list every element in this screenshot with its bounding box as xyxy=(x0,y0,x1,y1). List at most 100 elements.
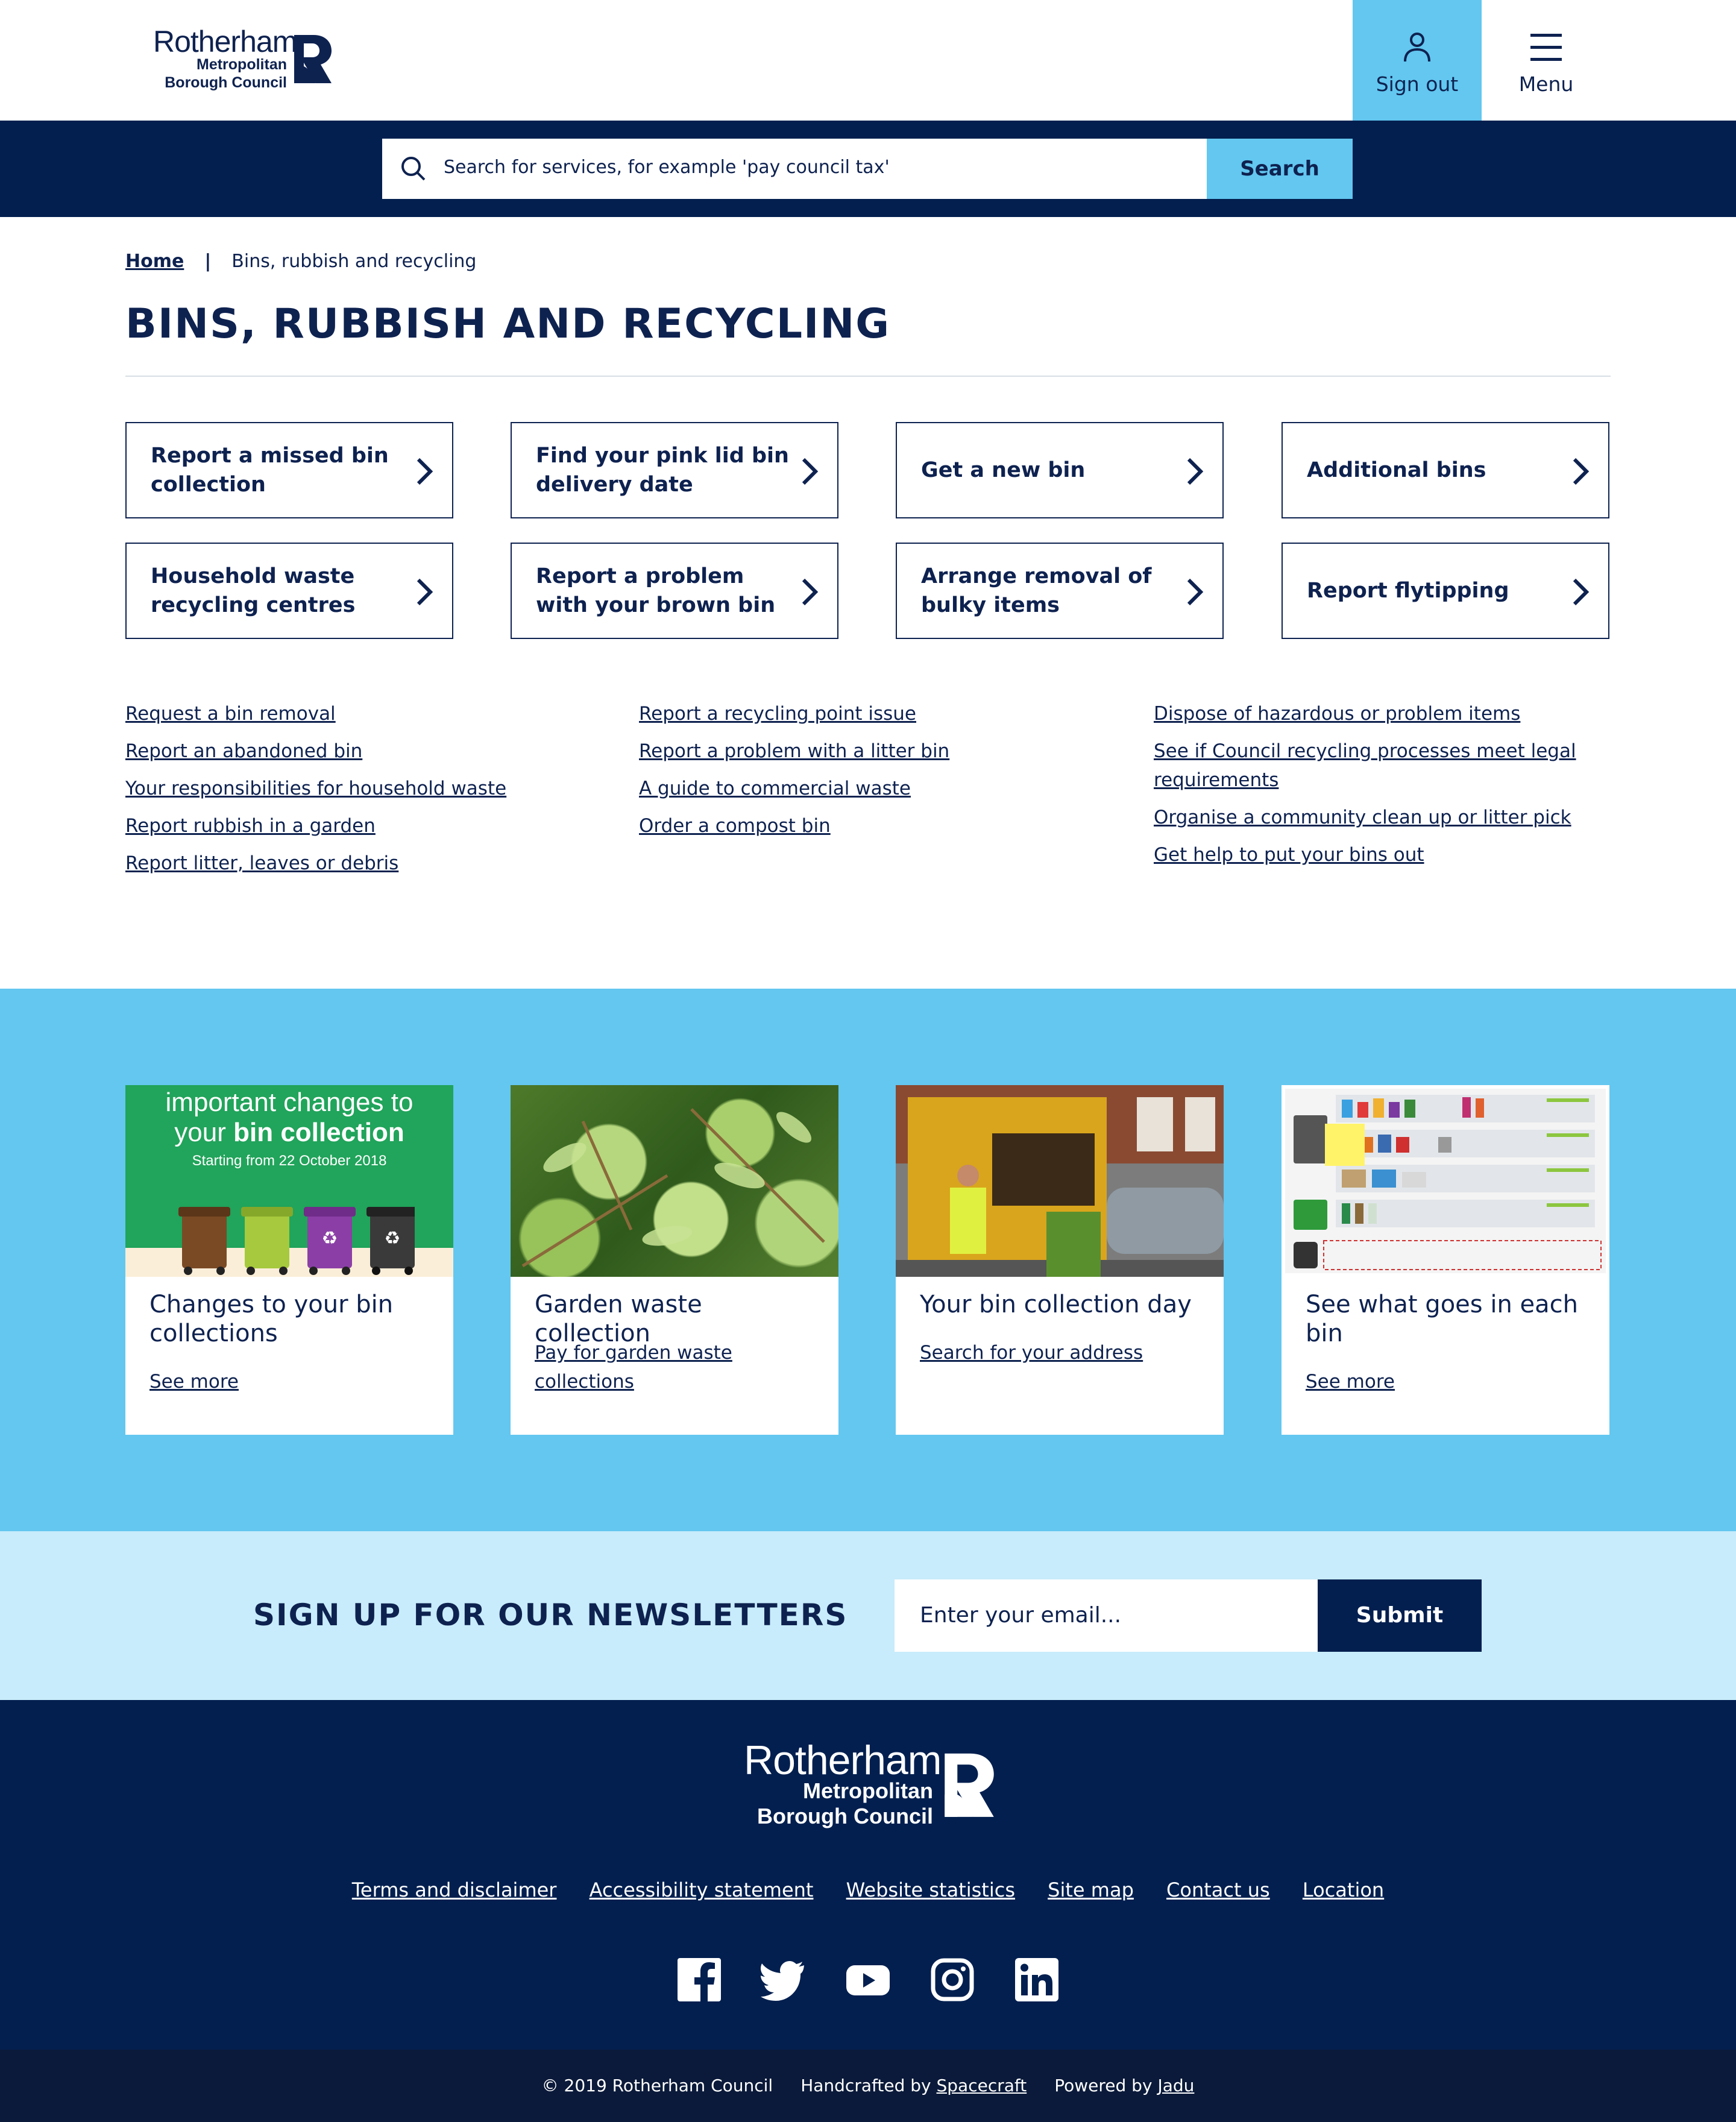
submit-button[interactable]: Submit xyxy=(1318,1579,1482,1652)
link-column-2: Report a recycling point issue Report a … xyxy=(639,699,1109,849)
card-link-see-more[interactable]: See more xyxy=(149,1367,433,1396)
link-household-waste-responsibilities[interactable]: Your responsibilities for household wast… xyxy=(125,774,596,803)
sign-out-button[interactable]: Sign out xyxy=(1353,0,1482,121)
card-image-caption-line1: important changes to xyxy=(165,1088,414,1117)
powered-prefix: Powered by xyxy=(1054,2076,1153,2095)
copyright-text: © 2019 Rotherham Council xyxy=(541,2076,773,2095)
tile-label: Report flytipping xyxy=(1307,579,1509,603)
footer-logo-lines: Metropolitan Borough Council xyxy=(757,1778,933,1829)
linkedin-icon[interactable] xyxy=(1014,1957,1060,2003)
card-what-goes-in-bin[interactable]: See what goes in each bin See more xyxy=(1282,1085,1609,1435)
card-garden-waste[interactable]: Garden waste collection Pay for garden w… xyxy=(511,1085,838,1435)
card-link-pay-garden-waste[interactable]: Pay for garden waste collections xyxy=(535,1338,818,1396)
garden-leaves-icon xyxy=(521,1108,825,1268)
chevron-right-icon xyxy=(1573,458,1590,485)
council-logo[interactable]: Rotherham Metropolitan Borough Council xyxy=(153,25,334,98)
tile-get-new-bin[interactable]: Get a new bin xyxy=(896,422,1224,518)
card-image-caption-line3: Starting from 22 October 2018 xyxy=(192,1153,387,1169)
card-bin-changes[interactable]: important changes to your bin collection… xyxy=(125,1085,453,1435)
tile-label: Additional bins xyxy=(1307,458,1486,482)
link-column-3: Dispose of hazardous or problem items Se… xyxy=(1154,699,1612,878)
card-image-collection-day xyxy=(896,1085,1224,1277)
footer-logo-line2: Metropolitan xyxy=(803,1778,933,1803)
footer-link-statistics[interactable]: Website statistics xyxy=(846,1878,1015,1901)
tile-additional-bins[interactable]: Additional bins xyxy=(1282,422,1609,518)
spacecraft-link[interactable]: Spacecraft xyxy=(937,2076,1027,2095)
wheelie-bins-icon: ♻ ♻ xyxy=(178,1207,415,1275)
tile-label: Report a missed bin collection xyxy=(151,444,389,497)
card-link-search-address[interactable]: Search for your address xyxy=(920,1338,1203,1367)
footer-link-sitemap[interactable]: Site map xyxy=(1048,1878,1134,1901)
newsletter-title: SIGN UP FOR OUR NEWSLETTERS xyxy=(253,1598,848,1632)
link-hazardous-items[interactable]: Dispose of hazardous or problem items xyxy=(1154,699,1612,728)
footer-link-terms[interactable]: Terms and disclaimer xyxy=(352,1878,557,1901)
tile-label: Report a problem with your brown bin xyxy=(536,564,776,617)
search-placeholder: Search for services, for example 'pay co… xyxy=(444,157,890,178)
copyright-band: © 2019 Rotherham Council Handcrafted by S… xyxy=(0,2050,1736,2122)
chevron-right-icon xyxy=(1573,578,1590,606)
tile-label: Find your pink lid bin delivery date xyxy=(536,444,789,497)
menu-label: Menu xyxy=(1518,72,1574,96)
instagram-icon[interactable] xyxy=(929,1957,975,2003)
card-link-see-more[interactable]: See more xyxy=(1306,1367,1589,1396)
link-report-rubbish-garden[interactable]: Report rubbish in a garden xyxy=(125,811,596,840)
sign-out-label: Sign out xyxy=(1376,72,1459,96)
footer-logo[interactable]: Rotherham Metropolitan Borough Council xyxy=(744,1739,997,1829)
chevron-right-icon xyxy=(1187,578,1204,606)
card-image-bin-guide xyxy=(1282,1085,1609,1277)
footer-link-contact[interactable]: Contact us xyxy=(1166,1878,1270,1901)
search-icon xyxy=(401,157,426,181)
footer-links: Terms and disclaimer Accessibility state… xyxy=(0,1878,1736,1901)
card-collection-day[interactable]: Your bin collection day Search for your … xyxy=(896,1085,1224,1435)
link-report-abandoned-bin[interactable]: Report an abandoned bin xyxy=(125,737,596,766)
svg-text:♻: ♻ xyxy=(322,1228,338,1249)
link-order-compost-bin[interactable]: Order a compost bin xyxy=(639,811,1109,840)
search-input[interactable]: Search for services, for example 'pay co… xyxy=(382,139,1207,199)
logo-r-mark-icon xyxy=(294,35,332,83)
youtube-icon[interactable] xyxy=(845,1957,891,2003)
link-recycling-point-issue[interactable]: Report a recycling point issue xyxy=(639,699,1109,728)
user-icon xyxy=(1404,33,1430,62)
breadcrumb-home-link[interactable]: Home xyxy=(125,251,184,272)
breadcrumb-separator: | xyxy=(204,251,212,272)
breadcrumb-current: Bins, rubbish and recycling xyxy=(231,251,477,272)
card-image-caption-line2a: your xyxy=(174,1118,234,1147)
link-report-litter[interactable]: Report litter, leaves or debris xyxy=(125,849,596,878)
logo-wordmark-line3: Borough Council xyxy=(165,74,287,91)
menu-button[interactable]: Menu xyxy=(1482,0,1611,121)
jadu-link[interactable]: Jadu xyxy=(1157,2076,1194,2095)
tile-pink-lid-delivery[interactable]: Find your pink lid bin delivery date xyxy=(511,422,838,518)
footer-link-location[interactable]: Location xyxy=(1303,1878,1384,1901)
chevron-right-icon xyxy=(802,578,819,606)
tile-report-missed-bin[interactable]: Report a missed bin collection xyxy=(125,422,453,518)
tile-label: Get a new bin xyxy=(921,458,1086,482)
link-help-bins-out[interactable]: Get help to put your bins out xyxy=(1154,840,1612,869)
link-community-clean-up[interactable]: Organise a community clean up or litter … xyxy=(1154,803,1612,832)
card-title: Your bin collection day xyxy=(920,1291,1192,1318)
twitter-icon[interactable] xyxy=(761,1957,807,2003)
link-recycling-legal-requirements[interactable]: See if Council recycling processes meet … xyxy=(1154,737,1612,795)
facebook-icon[interactable] xyxy=(676,1957,722,2003)
card-image-bin-changes: important changes to your bin collection… xyxy=(125,1085,453,1277)
chevron-right-icon xyxy=(802,458,819,485)
link-litter-bin-problem[interactable]: Report a problem with a litter bin xyxy=(639,737,1109,766)
tile-bulky-items[interactable]: Arrange removal of bulky items xyxy=(896,543,1224,639)
bin-guide-infographic-icon xyxy=(1285,1089,1606,1273)
card-image-garden-waste xyxy=(511,1085,838,1277)
tile-household-waste-centres[interactable]: Household waste recycling centres xyxy=(125,543,453,639)
page-title: BINS, RUBBISH AND RECYCLING xyxy=(125,300,891,348)
chevron-right-icon xyxy=(417,578,433,606)
card-title: Changes to your bin collections xyxy=(149,1291,394,1347)
card-title: See what goes in each bin xyxy=(1306,1291,1578,1347)
footer-link-accessibility[interactable]: Accessibility statement xyxy=(590,1878,814,1901)
chevron-right-icon xyxy=(417,458,433,485)
tile-report-flytipping[interactable]: Report flytipping xyxy=(1282,543,1609,639)
footer-logo-line1: Rotherham xyxy=(744,1737,942,1783)
link-request-bin-removal[interactable]: Request a bin removal xyxy=(125,699,596,728)
email-field[interactable]: Enter your email... xyxy=(895,1579,1318,1652)
link-commercial-waste-guide[interactable]: A guide to commercial waste xyxy=(639,774,1109,803)
logo-wordmark-line1: Rotherham xyxy=(153,25,297,58)
refuse-truck-icon xyxy=(896,1085,1224,1277)
tile-brown-bin-problem[interactable]: Report a problem with your brown bin xyxy=(511,543,838,639)
search-button[interactable]: Search xyxy=(1207,139,1353,199)
